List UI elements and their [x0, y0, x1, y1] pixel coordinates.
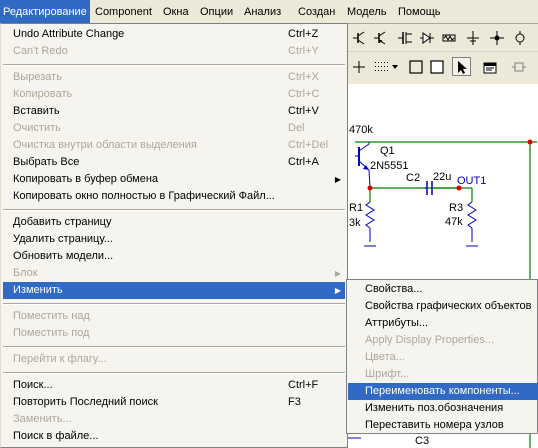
menu-item-copy-to-clipboard[interactable]: Копировать в буфер обмена ▶: [3, 171, 345, 188]
submenu-item-rename-components[interactable]: Переименовать компоненты...: [348, 383, 538, 400]
rectangle-icon[interactable]: [427, 57, 446, 76]
menu-item-clear-selection: Очистка внутри области выделения Ctrl+Del: [13, 139, 329, 151]
label-22u: 22u: [433, 171, 452, 183]
menu-component[interactable]: Component: [95, 0, 152, 23]
change-submenu: Свойства... Свойства графических объекто…: [346, 279, 538, 434]
r1-resistor: [365, 201, 375, 229]
pnp-transistor-icon[interactable]: [370, 28, 389, 47]
select-arrow-icon[interactable]: [452, 57, 471, 76]
submenu-item-change-designators[interactable]: Изменить поз.обозначения: [348, 400, 538, 417]
submenu-item-apply-display: Apply Display Properties...: [365, 334, 494, 346]
submenu-item-colors: Цвета...: [365, 351, 405, 363]
npn-transistor-icon[interactable]: [349, 28, 368, 47]
plus-icon[interactable]: [349, 57, 368, 76]
node-icon[interactable]: [487, 28, 506, 47]
label-470k: 470k: [349, 124, 373, 136]
menu-analysis[interactable]: Анализ: [244, 0, 281, 23]
node-dot: [527, 139, 533, 145]
resistor-icon[interactable]: [439, 28, 458, 47]
separator: [3, 346, 345, 348]
menu-item-cut: Вырезать Ctrl+X: [13, 71, 319, 83]
submenu-item-attributes[interactable]: Аттрибуты...: [348, 315, 538, 332]
menu-item-bring-forward: Поместить над: [13, 310, 90, 322]
submenu-item-font: Шрифт...: [365, 368, 410, 380]
rectangle-icon[interactable]: [406, 57, 425, 76]
menu-item-copy: Копировать Ctrl+C: [13, 88, 320, 100]
menu-windows[interactable]: Окна: [163, 0, 189, 23]
label-r3: R3: [449, 202, 464, 214]
label-3k: 3k: [349, 217, 361, 229]
menu-item-change[interactable]: Изменить ▶: [3, 282, 345, 299]
menu-edit[interactable]: Редактирование: [0, 0, 90, 23]
jfet-icon[interactable]: [395, 28, 414, 47]
menu-item-send-back: Поместить под: [13, 327, 90, 339]
menu-item-copy-window-to-file[interactable]: Копировать окно полностью в Графический …: [3, 188, 345, 205]
submenu-arrow-icon: ▶: [334, 286, 341, 295]
menu-item-paste[interactable]: Вставить Ctrl+V: [3, 103, 345, 120]
label-q1: Q1: [380, 145, 395, 157]
menu-item-find-again[interactable]: Повторить Последний поиск F3: [3, 394, 345, 411]
component-toolbar: [346, 24, 538, 52]
menu-item-clear: Очистить Del: [13, 122, 305, 134]
properties-icon[interactable]: [480, 57, 499, 76]
r3-resistor: [467, 201, 477, 229]
label-r1: R1: [349, 202, 364, 214]
ground-icon[interactable]: [463, 28, 482, 47]
diode-icon[interactable]: [417, 28, 436, 47]
separator: [3, 372, 345, 374]
menu-item-delete-page[interactable]: Удалить страницу...: [3, 231, 345, 248]
separator: [3, 64, 345, 66]
menu-item-goto-flag: Перейти к флагу...: [13, 353, 107, 365]
menu-item-add-page[interactable]: Добавить страницу: [3, 214, 345, 231]
menu-item-find[interactable]: Поиск... Ctrl+F: [3, 377, 345, 394]
edit-menu: Undo Attribute Change Ctrl+Z Can't Redo Ct…: [0, 23, 348, 448]
component-icon[interactable]: [509, 57, 528, 76]
separator: [3, 303, 345, 305]
menu-item-select-all[interactable]: Выбрать Все Ctrl+A: [3, 154, 345, 171]
submenu-item-properties[interactable]: Свойства...: [348, 281, 538, 298]
label-47k: 47k: [445, 216, 463, 228]
label-out1: OUT1: [457, 175, 487, 187]
menu-help[interactable]: Помощь: [398, 0, 441, 23]
submenu-item-graphic-properties[interactable]: Свойства графических объектов: [348, 298, 538, 315]
node-dot: [367, 185, 373, 191]
menu-bar: Редактирование Component Окна Опции Анал…: [0, 0, 538, 24]
submenu-arrow-icon: ▶: [334, 175, 341, 184]
menu-item-block: Блок ▶: [3, 265, 345, 282]
menu-item-redo: Can't Redo Ctrl+Y: [13, 45, 319, 57]
menu-model[interactable]: Модель: [347, 0, 386, 23]
label-c3: C3: [415, 435, 430, 447]
dropdown-arrow-icon[interactable]: [390, 57, 400, 76]
menu-item-find-in-file[interactable]: Поиск в файле...: [3, 428, 345, 445]
menu-create[interactable]: Создан: [298, 0, 335, 23]
menu-item-replace: Заменить...: [13, 413, 72, 425]
submenu-item-renumber-nodes[interactable]: Переставить номера узлов: [348, 417, 538, 434]
label-2n5551: 2N5551: [370, 160, 409, 172]
menu-item-undo[interactable]: Undo Attribute Change Ctrl+Z: [3, 26, 345, 43]
submenu-arrow-icon: ▶: [334, 269, 341, 278]
grid-dots-icon[interactable]: [371, 57, 390, 76]
probe-icon[interactable]: [510, 28, 529, 47]
edit-toolbar: [346, 53, 538, 80]
menu-options[interactable]: Опции: [200, 0, 233, 23]
menu-item-update-models[interactable]: Обновить модели...: [3, 248, 345, 265]
label-c2: C2: [406, 172, 421, 184]
separator: [3, 209, 345, 211]
